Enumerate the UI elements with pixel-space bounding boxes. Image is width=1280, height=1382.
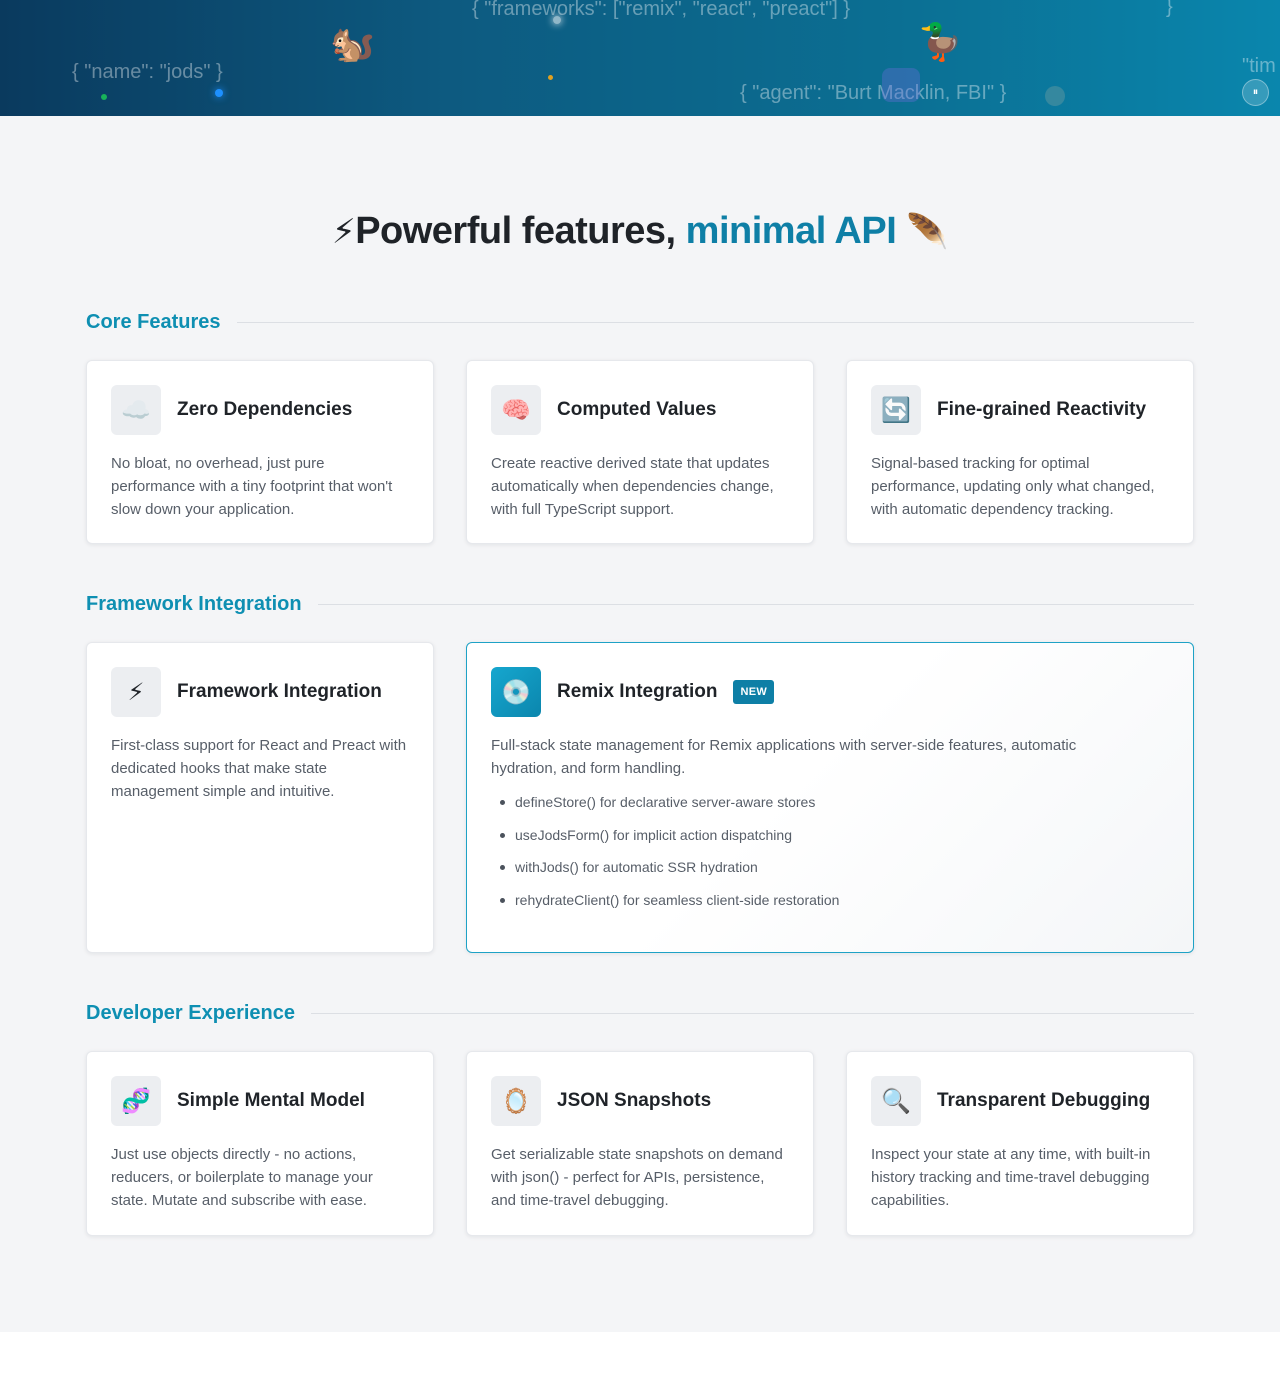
card-description: Create reactive derived state that updat… (491, 455, 774, 518)
lightning-icon: ⚡ (111, 667, 161, 717)
sparkle-dot (548, 75, 553, 80)
code-snippet: "tim (1242, 55, 1276, 77)
section-title: Developer Experience (86, 1001, 295, 1024)
section-title: Core Features (86, 310, 221, 333)
title-main: Powerful features, (355, 210, 676, 252)
card-description: Get serializable state snapshots on dema… (491, 1146, 783, 1209)
hero-banner: { "frameworks": ["remix", "react", "prea… (0, 0, 1280, 116)
card-description: Full-stack state management for Remix ap… (491, 737, 1077, 777)
sparkle-dot (215, 89, 223, 97)
feature-card-fine-grained-reactivity: 🔄 Fine-grained Reactivity Signal-based t… (846, 360, 1194, 544)
pause-animation-button[interactable]: ⏸ (1242, 79, 1269, 106)
feature-card-framework-integration: ⚡ Framework Integration First-class supp… (86, 642, 434, 953)
feature-list: defineStore() for declarative server-awa… (491, 792, 1169, 910)
feature-card-transparent-debugging: 🔍 Transparent Debugging Inspect your sta… (846, 1051, 1194, 1236)
list-item: defineStore() for declarative server-awa… (491, 792, 1169, 812)
feature-card-simple-mental-model: 🧬 Simple Mental Model Just use objects d… (86, 1051, 434, 1236)
blurred-shape (882, 68, 920, 102)
lightning-icon: ⚡ (331, 213, 356, 251)
card-title: Computed Values (557, 399, 717, 420)
features-section: ⚡Powerful features, minimal API 🪶 Core F… (0, 116, 1280, 1332)
card-title: Framework Integration (177, 681, 382, 702)
section-header-framework-integration: Framework Integration (86, 589, 1194, 619)
card-description: Signal-based tracking for optimal perfor… (871, 455, 1155, 518)
card-description: Inspect your state at any time, with bui… (871, 1146, 1151, 1209)
list-item: withJods() for automatic SSR hydration (491, 857, 1169, 877)
refresh-icon: 🔄 (871, 385, 921, 435)
dna-icon: 🧬 (111, 1076, 161, 1126)
code-snippet: { "name": "jods" } (72, 61, 223, 83)
feather-icon: 🪶 (906, 213, 949, 251)
feature-card-computed-values: 🧠 Computed Values Create reactive derive… (466, 360, 814, 544)
card-description: First-class support for React and Preact… (111, 737, 407, 800)
list-item: useJodsForm() for implicit action dispat… (491, 825, 1169, 845)
sparkle-dot (101, 94, 107, 100)
pause-icon[interactable]: ⏸ (1253, 86, 1259, 99)
code-snippet: { "agent": "Burt Macklin, FBI" } (740, 82, 1007, 104)
code-snippet: { "frameworks": ["remix", "react", "prea… (472, 0, 851, 20)
duck-icon: 🦆 (918, 21, 963, 62)
feature-card-zero-dependencies: ☁️ Zero Dependencies No bloat, no overhe… (86, 360, 434, 544)
code-snippet: } (1166, 0, 1173, 18)
card-description: Just use objects directly - no actions, … (111, 1146, 373, 1209)
card-title: Transparent Debugging (937, 1090, 1151, 1111)
feature-card-remix-integration: 💿 Remix Integration NEW Full-stack state… (466, 642, 1194, 953)
sparkle-dot (553, 16, 561, 24)
brain-icon: 🧠 (491, 385, 541, 435)
magnifier-icon: 🔍 (871, 1076, 921, 1126)
section-divider (236, 321, 1194, 323)
page-title: ⚡Powerful features, minimal API 🪶 (0, 210, 1280, 253)
section-divider (311, 1012, 1194, 1014)
sparkle-dot (1045, 86, 1065, 106)
page-footer-space (0, 1332, 1280, 1382)
card-title: Remix Integration (557, 681, 718, 702)
section-divider (317, 603, 1194, 605)
cloud-icon: ☁️ (111, 385, 161, 435)
title-accent: minimal API (685, 210, 897, 252)
card-description: No bloat, no overhead, just pure perform… (111, 455, 393, 518)
section-title: Framework Integration (86, 592, 302, 615)
new-badge: NEW (733, 680, 775, 704)
card-title: Fine-grained Reactivity (937, 399, 1147, 420)
card-title: JSON Snapshots (557, 1090, 712, 1111)
disc-icon: 💿 (491, 667, 541, 717)
feature-card-json-snapshots: 🪞 JSON Snapshots Get serializable state … (466, 1051, 814, 1236)
mirror-icon: 🪞 (491, 1076, 541, 1126)
squirrel-icon: 🐿️ (330, 23, 375, 64)
card-title: Zero Dependencies (177, 399, 353, 420)
list-item: rehydrateClient() for seamless client-si… (491, 890, 1169, 910)
section-header-developer-experience: Developer Experience (86, 998, 1194, 1028)
card-title: Simple Mental Model (177, 1090, 365, 1111)
section-header-core-features: Core Features (86, 307, 1194, 337)
